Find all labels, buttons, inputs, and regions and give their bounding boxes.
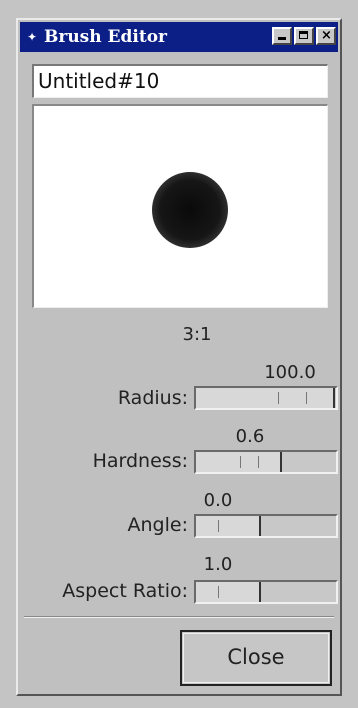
angle-value: 0.0 bbox=[203, 490, 233, 511]
brush-name-input[interactable]: Untitled#10 bbox=[32, 64, 328, 98]
aspect-ratio-value: 1.0 bbox=[203, 554, 233, 575]
maximize-icon bbox=[299, 31, 308, 39]
minimize-button[interactable] bbox=[272, 27, 292, 45]
radius-slider-fill bbox=[196, 388, 336, 408]
slider-tick bbox=[218, 520, 219, 532]
preview-scale-label: 3:1 bbox=[182, 324, 212, 345]
slider-tick bbox=[240, 456, 241, 468]
brush-preview bbox=[32, 104, 328, 308]
radius-slider[interactable] bbox=[194, 386, 338, 410]
brush-editor-window: ✦ Brush Editor × Untitled#10 3:1 100.0 R… bbox=[16, 18, 342, 696]
window-title: Brush Editor bbox=[44, 27, 167, 47]
angle-label: Angle: bbox=[127, 514, 188, 536]
aspect-ratio-slider-fill bbox=[196, 582, 261, 602]
hardness-slider[interactable] bbox=[194, 450, 338, 474]
slider-tick bbox=[306, 392, 307, 404]
minimize-icon bbox=[278, 37, 286, 40]
hardness-label: Hardness: bbox=[92, 450, 188, 472]
slider-tick bbox=[218, 586, 219, 598]
radius-value: 100.0 bbox=[264, 362, 316, 383]
angle-slider-fill bbox=[196, 516, 261, 536]
close-window-button[interactable]: × bbox=[316, 27, 336, 45]
slider-tick bbox=[278, 392, 279, 404]
title-bar[interactable]: ✦ Brush Editor × bbox=[20, 22, 338, 52]
slider-tick bbox=[258, 456, 259, 468]
close-icon: × bbox=[321, 28, 332, 43]
brush-preview-dot bbox=[152, 172, 228, 248]
radius-label: Radius: bbox=[117, 387, 188, 409]
aspect-ratio-label: Aspect Ratio: bbox=[62, 580, 188, 602]
aspect-ratio-slider[interactable] bbox=[194, 580, 338, 604]
app-menu-icon[interactable]: ✦ bbox=[26, 31, 38, 43]
close-button[interactable]: Close bbox=[180, 630, 332, 686]
angle-slider[interactable] bbox=[194, 514, 338, 538]
hardness-value: 0.6 bbox=[235, 426, 265, 447]
hardness-slider-fill bbox=[196, 452, 282, 472]
maximize-button[interactable] bbox=[294, 27, 314, 45]
separator bbox=[24, 616, 334, 618]
